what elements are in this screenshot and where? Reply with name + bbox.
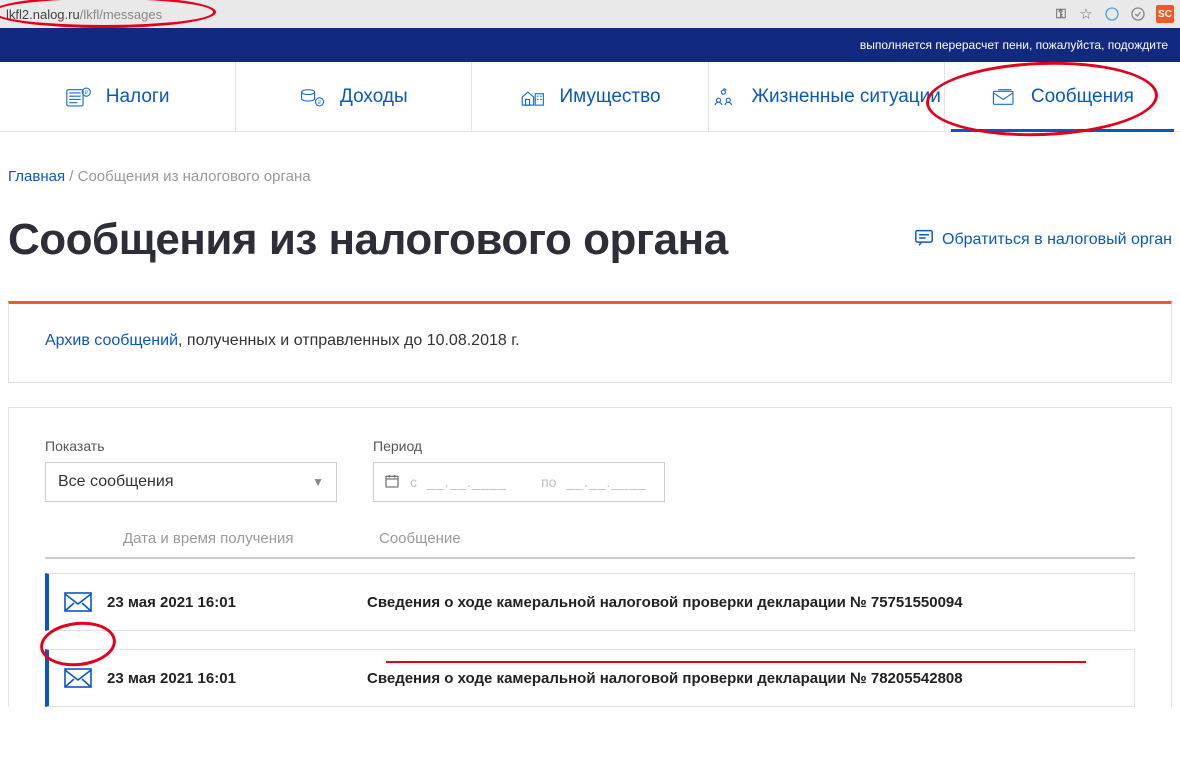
extension-icon-1[interactable] (1104, 6, 1120, 22)
message-row[interactable]: 23 мая 2021 16:01 Сведения о ходе камера… (45, 573, 1135, 631)
filter-period: Период с __.__.____ по __.__.____ (373, 438, 665, 502)
life-situations-icon (712, 86, 738, 108)
filter-show: Показать Все сообщения ▼ (45, 438, 337, 502)
envelope-icon (49, 592, 107, 612)
nav-item-property[interactable]: Имущество (472, 62, 708, 131)
nav-item-life-situations[interactable]: Жизненные ситуации (709, 62, 945, 131)
period-to-placeholder: __.__.____ (566, 474, 646, 490)
filter-period-label: Период (373, 438, 665, 454)
envelope-icon (49, 668, 107, 688)
taxes-icon: ₽ (66, 86, 92, 108)
archive-rest-text: , полученных и отправленных до 10.08.201… (178, 332, 520, 349)
property-icon (519, 86, 545, 108)
message-datetime: 23 мая 2021 16:01 (107, 594, 367, 611)
filter-period-range[interactable]: с __.__.____ по __.__.____ (373, 462, 665, 502)
breadcrumb-sep: / (69, 168, 77, 185)
browser-url-bar[interactable]: lkfl2.nalog.ru/lkfl/messages ⚿ ☆ SC (0, 0, 1180, 28)
message-subject: Сведения о ходе камеральной налоговой пр… (367, 594, 963, 611)
contact-tax-link[interactable]: Обратиться в налоговый орган (914, 229, 1172, 252)
calendar-icon (384, 473, 400, 492)
bookmark-star-icon[interactable]: ☆ (1078, 6, 1094, 22)
url-text: lkfl2.nalog.ru/lkfl/messages (6, 7, 162, 22)
archive-link[interactable]: Архив сообщений (45, 332, 178, 349)
income-icon: ₽ (300, 86, 326, 108)
message-bubble-icon (914, 229, 934, 252)
key-icon[interactable]: ⚿ (1052, 6, 1068, 22)
status-text: выполняется перерасчет пени, пожалуйста,… (860, 38, 1168, 52)
filter-show-value: Все сообщения (58, 473, 173, 491)
extension-badge-icon[interactable]: SC (1156, 5, 1174, 23)
messages-table-header: Дата и время получения Сообщение (45, 530, 1135, 559)
main-nav: ₽ Налоги ₽ Доходы Имущество (0, 62, 1180, 132)
message-datetime: 23 мая 2021 16:01 (107, 670, 367, 687)
extension-icon-2[interactable] (1130, 6, 1146, 22)
nav-item-taxes[interactable]: ₽ Налоги (0, 62, 236, 131)
page-title: Сообщения из налогового органа (8, 215, 728, 265)
period-from-placeholder: __.__.____ (427, 474, 507, 490)
archive-notice-card: Архив сообщений, полученных и отправленн… (8, 301, 1172, 383)
message-subject: Сведения о ходе камеральной налоговой пр… (367, 670, 963, 687)
messages-icon (991, 86, 1017, 108)
nav-label: Налоги (106, 86, 170, 108)
col-date-header: Дата и время получения (61, 530, 379, 547)
period-from-prefix: с (410, 474, 417, 490)
chevron-down-icon: ▼ (312, 475, 324, 489)
nav-label: Доходы (340, 86, 408, 108)
breadcrumb-current: Сообщения из налогового органа (78, 168, 311, 185)
breadcrumb-home-link[interactable]: Главная (8, 168, 65, 185)
col-message-header: Сообщение (379, 530, 461, 547)
contact-tax-label: Обратиться в налоговый орган (942, 231, 1172, 249)
message-row[interactable]: 23 мая 2021 16:01 Сведения о ходе камера… (45, 649, 1135, 707)
url-host: lkfl2.nalog.ru (6, 7, 80, 22)
annotation-underline-subject (386, 661, 1086, 663)
filter-show-label: Показать (45, 438, 337, 454)
status-strip: выполняется перерасчет пени, пожалуйста,… (0, 28, 1180, 62)
filter-show-select[interactable]: Все сообщения ▼ (45, 462, 337, 502)
nav-label: Жизненные ситуации (752, 86, 941, 108)
nav-label: Сообщения (1031, 86, 1134, 108)
period-to-prefix: по (541, 474, 556, 490)
nav-item-messages[interactable]: Сообщения (945, 62, 1180, 131)
breadcrumb: Главная / Сообщения из налогового органа (8, 168, 1172, 185)
url-path: /lkfl/messages (80, 7, 162, 22)
page-content: Главная / Сообщения из налогового органа… (0, 132, 1180, 707)
nav-label: Имущество (559, 86, 660, 108)
browser-toolbar-right: ⚿ ☆ SC (1052, 5, 1174, 23)
nav-item-income[interactable]: ₽ Доходы (236, 62, 472, 131)
